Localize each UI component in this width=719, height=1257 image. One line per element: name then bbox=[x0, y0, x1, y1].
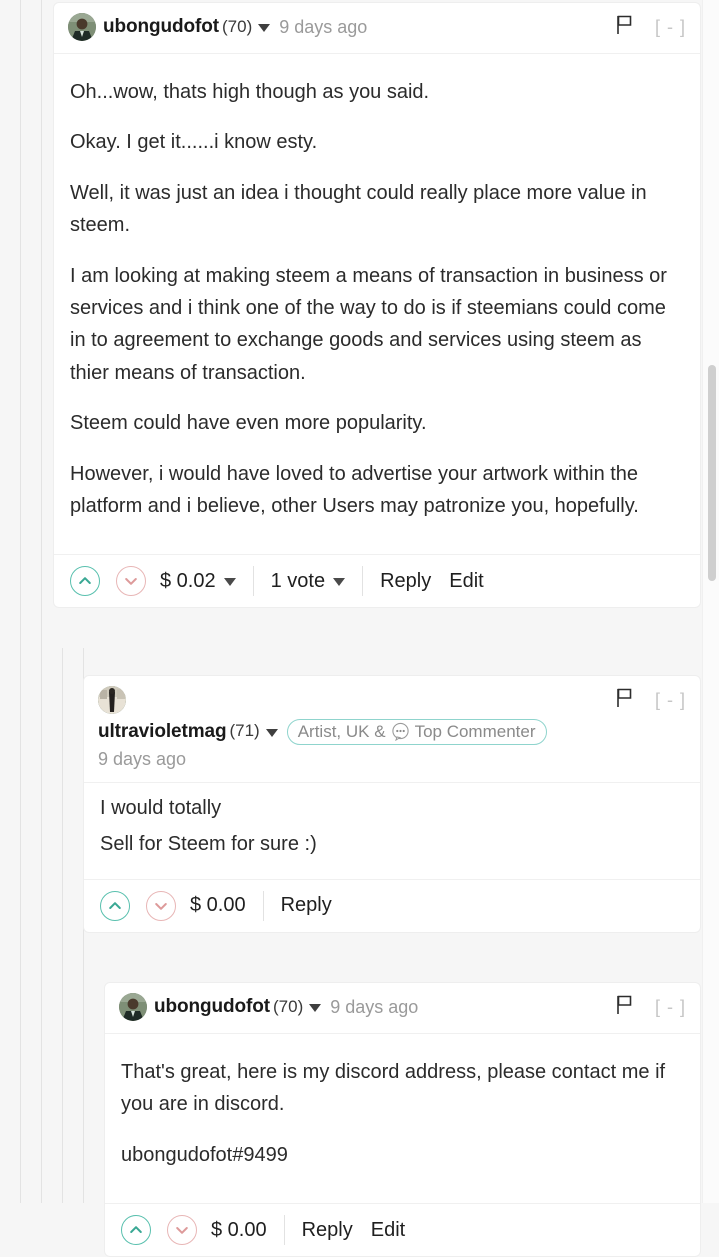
comment-body: I would totally Sell for Steem for sure … bbox=[84, 783, 700, 880]
flag-icon[interactable] bbox=[616, 15, 633, 40]
comment-card: ubongudofot (70) 9 days ago [ - ] That's… bbox=[104, 982, 701, 1257]
vote-count-value: 1 vote bbox=[270, 569, 326, 592]
edit-button[interactable]: Edit bbox=[449, 570, 483, 593]
comment-timestamp[interactable]: 9 days ago bbox=[330, 994, 418, 1020]
upvote-button[interactable] bbox=[121, 1215, 151, 1246]
comment-paragraph: I am looking at making steem a means of … bbox=[70, 264, 667, 384]
comment-header: ubongudofot (70) 9 days ago [ - ] bbox=[54, 3, 700, 54]
comment-card: ultravioletmag (71) Artist, UK & Top Com… bbox=[83, 675, 701, 933]
scrollbar-thumb[interactable] bbox=[708, 365, 716, 581]
comment-body: That's great, here is my discord address… bbox=[105, 1034, 700, 1205]
reply-button[interactable]: Reply bbox=[281, 894, 332, 917]
author-reputation: (70) bbox=[273, 996, 304, 1016]
payout-value: $ 0.02 bbox=[160, 569, 216, 592]
user-avatar-photo[interactable] bbox=[119, 993, 147, 1021]
comment-card: ubongudofot (70) 9 days ago [ - ] Oh...w… bbox=[53, 2, 701, 609]
chevron-down-icon[interactable] bbox=[265, 728, 278, 737]
edit-button[interactable]: Edit bbox=[371, 1219, 405, 1242]
comment-timestamp[interactable]: 9 days ago bbox=[98, 746, 186, 772]
collapse-comment-toggle[interactable]: [ - ] bbox=[655, 17, 686, 38]
upvote-button[interactable] bbox=[70, 566, 100, 597]
role-badge-text-after: Top Commenter bbox=[414, 722, 536, 741]
chevron-down-icon[interactable] bbox=[258, 24, 271, 32]
payout-value: $ 0.00 bbox=[190, 894, 246, 917]
reply-button[interactable]: Reply bbox=[380, 570, 431, 593]
action-divider bbox=[283, 1215, 285, 1246]
comment-author-name[interactable]: ubongudofot bbox=[103, 13, 219, 41]
downvote-button[interactable] bbox=[146, 890, 176, 921]
user-avatar-photo[interactable] bbox=[98, 686, 126, 714]
author-reputation: (70) bbox=[222, 16, 253, 36]
payout-amount: $ 0.00 bbox=[211, 1219, 267, 1242]
comment-body: Oh...wow, thats high though as you said.… bbox=[54, 54, 700, 556]
comment-paragraph: ubongudofot#9499 bbox=[121, 1143, 288, 1166]
comment-header-controls: [ - ] bbox=[616, 15, 686, 40]
page-scrollbar[interactable] bbox=[702, 0, 719, 1203]
downvote-button[interactable] bbox=[167, 1215, 197, 1246]
comment-paragraph: Oh...wow, thats high though as you said. bbox=[70, 81, 430, 103]
comment-paragraph: Okay. I get it......i know esty. bbox=[70, 131, 318, 154]
action-divider bbox=[252, 566, 254, 597]
comment-timestamp[interactable]: 9 days ago bbox=[279, 14, 367, 40]
downvote-button[interactable] bbox=[116, 566, 146, 597]
thread-guide-line bbox=[62, 648, 63, 1203]
comment-paragraph: I would totally bbox=[100, 796, 222, 819]
author-reputation: (71) bbox=[229, 721, 260, 741]
vote-count[interactable]: 1 vote bbox=[270, 569, 346, 593]
comment-actions: $ 0.00 Reply Edit bbox=[105, 1204, 700, 1256]
chat-bubble-dots-icon bbox=[391, 722, 410, 742]
comment-header: ubongudofot (70) 9 days ago [ - ] bbox=[105, 983, 700, 1034]
role-badge[interactable]: Artist, UK & Top Commenter bbox=[286, 719, 547, 745]
user-avatar-photo[interactable] bbox=[68, 13, 96, 41]
reply-button[interactable]: Reply bbox=[302, 1219, 353, 1242]
comment-author-row: ultravioletmag (71) Artist, UK & Top Com… bbox=[98, 686, 686, 772]
comment-paragraph: Well, it was just an idea i thought coul… bbox=[70, 181, 647, 237]
upvote-button[interactable] bbox=[100, 890, 130, 921]
comment-author-name[interactable]: ultravioletmag bbox=[98, 718, 227, 746]
comment-paragraph: However, i would have loved to advertise… bbox=[70, 462, 639, 517]
collapse-comment-toggle[interactable]: [ - ] bbox=[655, 690, 686, 711]
comment-header-controls: [ - ] bbox=[616, 688, 686, 713]
comment-header-controls: [ - ] bbox=[616, 995, 686, 1020]
flag-icon[interactable] bbox=[616, 995, 633, 1020]
payout-value: $ 0.00 bbox=[211, 1218, 267, 1241]
role-badge-text-before: Artist, UK & bbox=[297, 722, 386, 741]
chevron-down-icon[interactable] bbox=[223, 578, 236, 587]
thread-guide-line bbox=[41, 0, 42, 1203]
flag-icon[interactable] bbox=[616, 688, 633, 713]
comment-header: ultravioletmag (71) Artist, UK & Top Com… bbox=[84, 676, 700, 783]
chevron-down-icon[interactable] bbox=[309, 1004, 322, 1012]
comment-author-row: ubongudofot (70) 9 days ago bbox=[68, 13, 463, 41]
comment-author-name[interactable]: ubongudofot bbox=[154, 993, 270, 1021]
action-divider bbox=[262, 890, 264, 921]
chevron-down-icon[interactable] bbox=[333, 578, 346, 587]
collapse-comment-toggle[interactable]: [ - ] bbox=[655, 997, 686, 1018]
comment-author-row: ubongudofot (70) 9 days ago bbox=[119, 993, 514, 1021]
comment-paragraph: Steem could have even more popularity. bbox=[70, 412, 427, 435]
action-divider bbox=[362, 566, 364, 597]
thread-guide-line bbox=[20, 0, 21, 1203]
comment-actions: $ 0.02 1 vote Reply Edit bbox=[54, 555, 700, 607]
comment-paragraph: That's great, here is my discord address… bbox=[121, 1061, 666, 1116]
payout-amount: $ 0.00 bbox=[190, 894, 246, 917]
comment-actions: $ 0.00 Reply bbox=[84, 880, 700, 932]
comment-paragraph: Sell for Steem for sure :) bbox=[100, 832, 317, 855]
payout-amount[interactable]: $ 0.02 bbox=[160, 570, 236, 593]
